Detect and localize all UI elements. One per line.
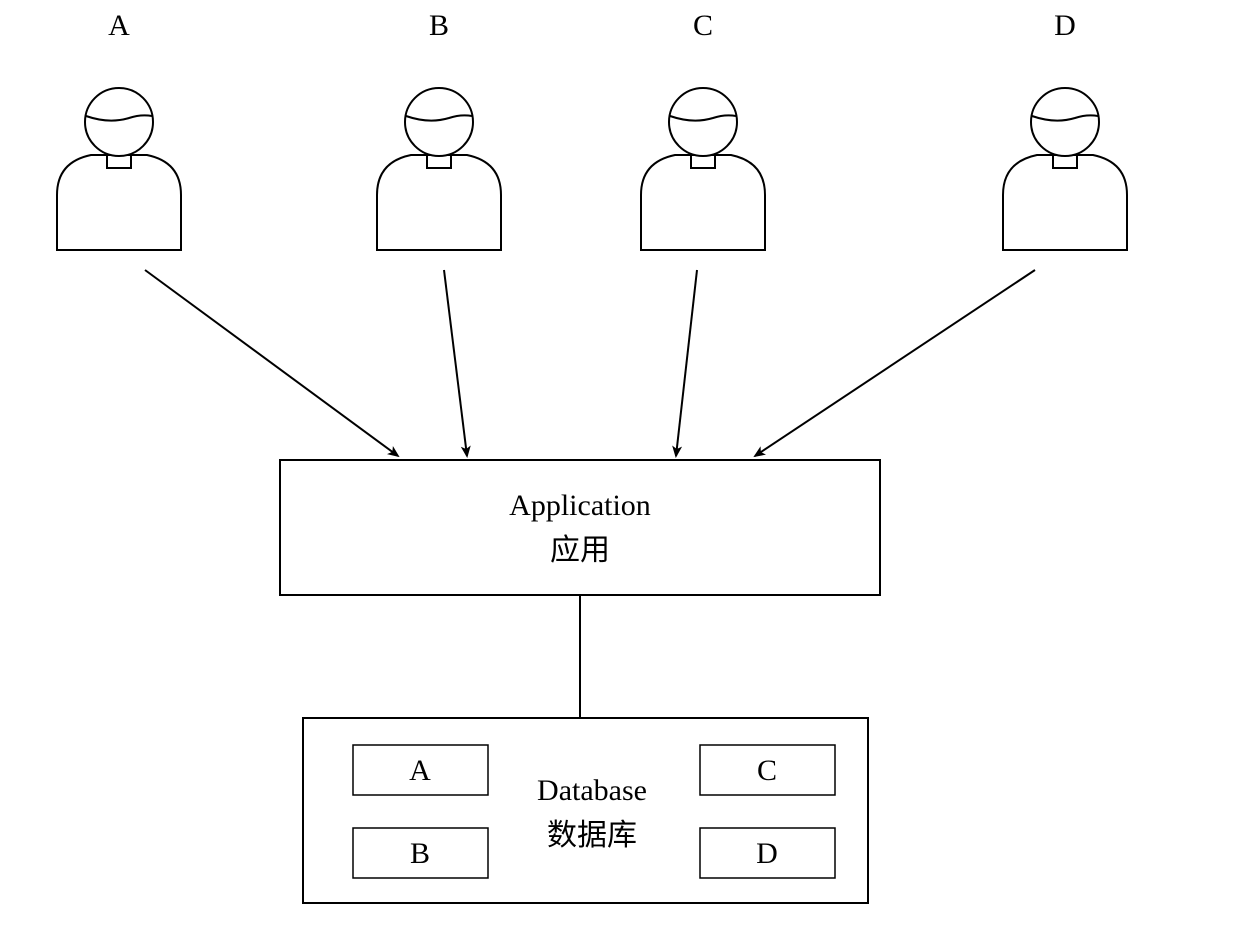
application-box: [280, 460, 880, 595]
database-title-en: Database: [537, 774, 647, 807]
arrow-c-to-app: [676, 270, 697, 456]
user-c-label: C: [693, 9, 713, 42]
application-title-cn: 应用: [550, 534, 610, 567]
db-cell-b-label: B: [410, 837, 430, 870]
user-d: [1003, 88, 1127, 250]
database-title-cn: 数据库: [547, 819, 637, 852]
user-b: [377, 88, 501, 250]
arrow-d-to-app: [755, 270, 1035, 456]
user-a: [57, 88, 181, 250]
arrow-a-to-app: [145, 270, 398, 456]
application-title-en: Application: [509, 489, 651, 522]
user-c: [641, 88, 765, 250]
user-d-label: D: [1054, 9, 1076, 42]
architecture-diagram: A B C D Application 应用 A B C D Database …: [0, 0, 1239, 930]
user-b-label: B: [429, 9, 449, 42]
db-cell-a-label: A: [409, 754, 431, 787]
user-a-label: A: [108, 9, 130, 42]
db-cell-d-label: D: [756, 837, 778, 870]
db-cell-c-label: C: [757, 754, 777, 787]
arrow-b-to-app: [444, 270, 467, 456]
